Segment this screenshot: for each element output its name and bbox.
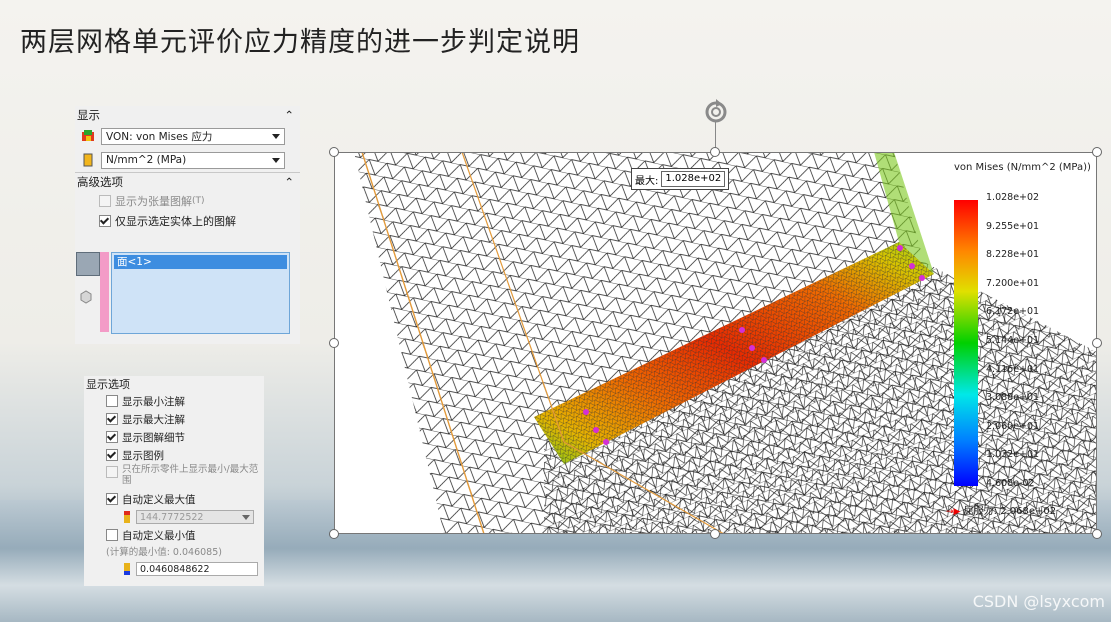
show-legend-option[interactable]: 显示图例 [84, 446, 264, 464]
selection-list[interactable]: 面<1> [111, 252, 290, 334]
legend-tick-label: 8.228e+01 [986, 249, 1040, 261]
chevron-down-icon [272, 133, 280, 139]
section-advanced-header[interactable]: 高级选项 ⌃ [75, 173, 300, 191]
resize-handle-br[interactable] [1092, 529, 1102, 539]
slide-title: 两层网格单元评价应力精度的进一步判定说明 [20, 27, 580, 58]
mesh-plot [354, 152, 1097, 534]
unit-select[interactable]: N/mm^2 (MPa) [101, 151, 285, 169]
max-annotation[interactable]: 最大: 1.028e+02 [631, 168, 730, 190]
resize-handle-b[interactable] [710, 529, 720, 539]
legend-title: von Mises (N/mm^2 (MPa)) [954, 162, 1091, 173]
unit-icon [83, 153, 93, 167]
display-property-panel: 显示 ⌃ VON: von Mises 应力 N/mm^2 (MPa) 高级选项… [75, 106, 300, 344]
show-max-option[interactable]: 显示最大注解 [84, 410, 264, 428]
fea-viewport[interactable]: 最大: 1.028e+02 von Mises (N/mm^2 (MPa)) 1… [334, 152, 1097, 534]
yield-arrow-icon: →▶ [946, 507, 961, 517]
chevron-down-icon [272, 157, 280, 163]
body-icon[interactable] [79, 290, 93, 304]
auto-max-checkbox[interactable] [106, 493, 118, 505]
auto-min-option[interactable]: 自动定义最小值 [84, 526, 264, 544]
stress-row: VON: von Mises 应力 [75, 124, 300, 148]
legend-tick-label: 6.172e+01 [986, 306, 1040, 318]
unit-row: N/mm^2 (MPa) [75, 148, 300, 172]
stress-plot-icon [82, 130, 94, 141]
max-value-input[interactable]: 144.7772522 [136, 510, 254, 524]
legend-tick-label: 1.032e+01 [986, 449, 1040, 461]
yield-label: →▶ 屈服力: 2.068e+02 [946, 506, 1057, 517]
resize-handle-tl[interactable] [329, 147, 339, 157]
legend-tick-label: 3.088e+01 [986, 392, 1040, 404]
collapse-icon[interactable]: ⌃ [284, 108, 294, 122]
chevron-down-icon [242, 514, 250, 520]
legend-tick-label: 7.200e+01 [986, 277, 1040, 289]
legend-tick-label: 2.060e+01 [986, 420, 1040, 432]
legend-tick-label: 9.255e+01 [986, 220, 1040, 232]
range-part-checkbox[interactable] [106, 466, 118, 478]
rotate-icon[interactable] [703, 98, 729, 124]
resize-handle-t[interactable] [710, 147, 720, 157]
show-min-checkbox[interactable] [106, 395, 118, 407]
show-min-option[interactable]: 显示最小注解 [84, 392, 264, 410]
show-detail-checkbox[interactable] [106, 431, 118, 443]
min-color-icon [124, 563, 130, 575]
display-options-panel: 显示选项 显示最小注解 显示最大注解 显示图解细节 显示图例 只在所示零件上显示… [84, 376, 264, 586]
show-detail-option[interactable]: 显示图解细节 [84, 428, 264, 446]
show-legend-checkbox[interactable] [106, 449, 118, 461]
tensor-checkbox[interactable] [99, 195, 111, 207]
stress-type-select[interactable]: VON: von Mises 应力 [101, 127, 285, 145]
max-color-icon [124, 511, 130, 523]
legend-tick-label: 4.608e-02 [986, 478, 1035, 489]
display-options-header: 显示选项 [86, 378, 130, 391]
legend-tick-label: 1.028e+02 [986, 192, 1040, 203]
show-max-checkbox[interactable] [106, 413, 118, 425]
auto-max-option[interactable]: 自动定义最大值 [84, 490, 264, 508]
selected-only-checkbox[interactable] [99, 215, 111, 227]
resize-handle-l[interactable] [329, 338, 339, 348]
max-value-row: 144.7772522 [84, 508, 264, 526]
face-select-icon[interactable] [76, 252, 100, 276]
tensor-option[interactable]: 显示为张量图解 (T) [75, 191, 300, 211]
min-value-input[interactable]: 0.0460848622 [136, 562, 258, 576]
legend-tick-label: 5.144e+01 [986, 335, 1040, 346]
computed-min-text: (计算的最小值: 0.046085) [106, 547, 222, 558]
range-part-option[interactable]: 只在所示零件上显示最小/最大范围 [84, 464, 264, 490]
list-item[interactable]: 面<1> [114, 255, 287, 269]
resize-handle-bl[interactable] [329, 529, 339, 539]
selected-only-option[interactable]: 仅显示选定实体上的图解 [75, 211, 300, 231]
min-value-row: 0.0460848622 [84, 558, 264, 580]
section-display-header[interactable]: 显示 ⌃ [75, 106, 300, 124]
collapse-icon[interactable]: ⌃ [284, 175, 294, 189]
resize-handle-r[interactable] [1092, 338, 1102, 348]
auto-min-checkbox[interactable] [106, 529, 118, 541]
watermark: CSDN @lsyxcom [972, 592, 1105, 611]
resize-handle-tr[interactable] [1092, 147, 1102, 157]
legend-color-bar [954, 200, 978, 486]
selection-color-bar [100, 252, 109, 332]
legend-tick-label: 4.116e+01 [986, 363, 1040, 375]
